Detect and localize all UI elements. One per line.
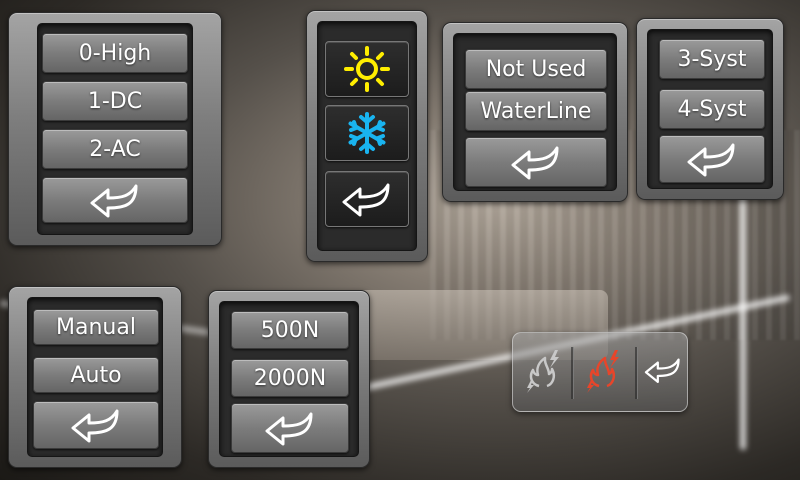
mode-select-panel [306,10,428,262]
back-button[interactable] [639,333,687,411]
back-button[interactable] [42,177,188,223]
option-not-used-button[interactable]: Not Used [465,49,607,89]
burner-off-icon [523,346,565,398]
back-button[interactable] [659,135,765,183]
option-2-ac-button[interactable]: 2-AC [42,129,188,169]
burner-control-bar [512,332,688,412]
separator [635,347,638,399]
back-arrow-icon [685,141,739,177]
back-arrow-icon [340,181,394,217]
system-select-panel: 3-Syst 4-Syst [636,18,784,200]
force-select-panel: 500N 2000N [208,290,370,468]
heating-mode-button[interactable] [325,41,409,97]
back-arrow-icon [69,407,123,443]
option-auto-button[interactable]: Auto [33,357,159,393]
option-0-high-button[interactable]: 0-High [42,33,188,73]
source-select-panel: 0-High 1-DC 2-AC [8,12,222,246]
option-manual-button[interactable]: Manual [33,309,159,345]
option-waterline-button[interactable]: WaterLine [465,91,607,131]
option-3-syst-button[interactable]: 3-Syst [659,39,765,79]
back-button[interactable] [231,403,349,453]
control-select-panel: Manual Auto [8,286,182,468]
burner-off-button[interactable] [517,333,571,411]
snowflake-icon [345,111,389,155]
sun-icon [343,45,391,93]
burner-on-icon [583,346,625,398]
burner-on-button[interactable] [575,333,633,411]
sensor-select-panel: Not Used WaterLine [442,22,628,202]
back-button[interactable] [33,401,159,449]
option-500n-button[interactable]: 500N [231,311,349,349]
back-arrow-icon [263,410,317,446]
separator [571,347,574,399]
back-arrow-icon [88,182,142,218]
back-button[interactable] [325,171,409,227]
option-4-syst-button[interactable]: 4-Syst [659,89,765,129]
back-arrow-icon [643,355,683,389]
option-1-dc-button[interactable]: 1-DC [42,81,188,121]
option-2000n-button[interactable]: 2000N [231,359,349,397]
back-arrow-icon [509,144,563,180]
back-button[interactable] [465,137,607,187]
cooling-mode-button[interactable] [325,105,409,161]
